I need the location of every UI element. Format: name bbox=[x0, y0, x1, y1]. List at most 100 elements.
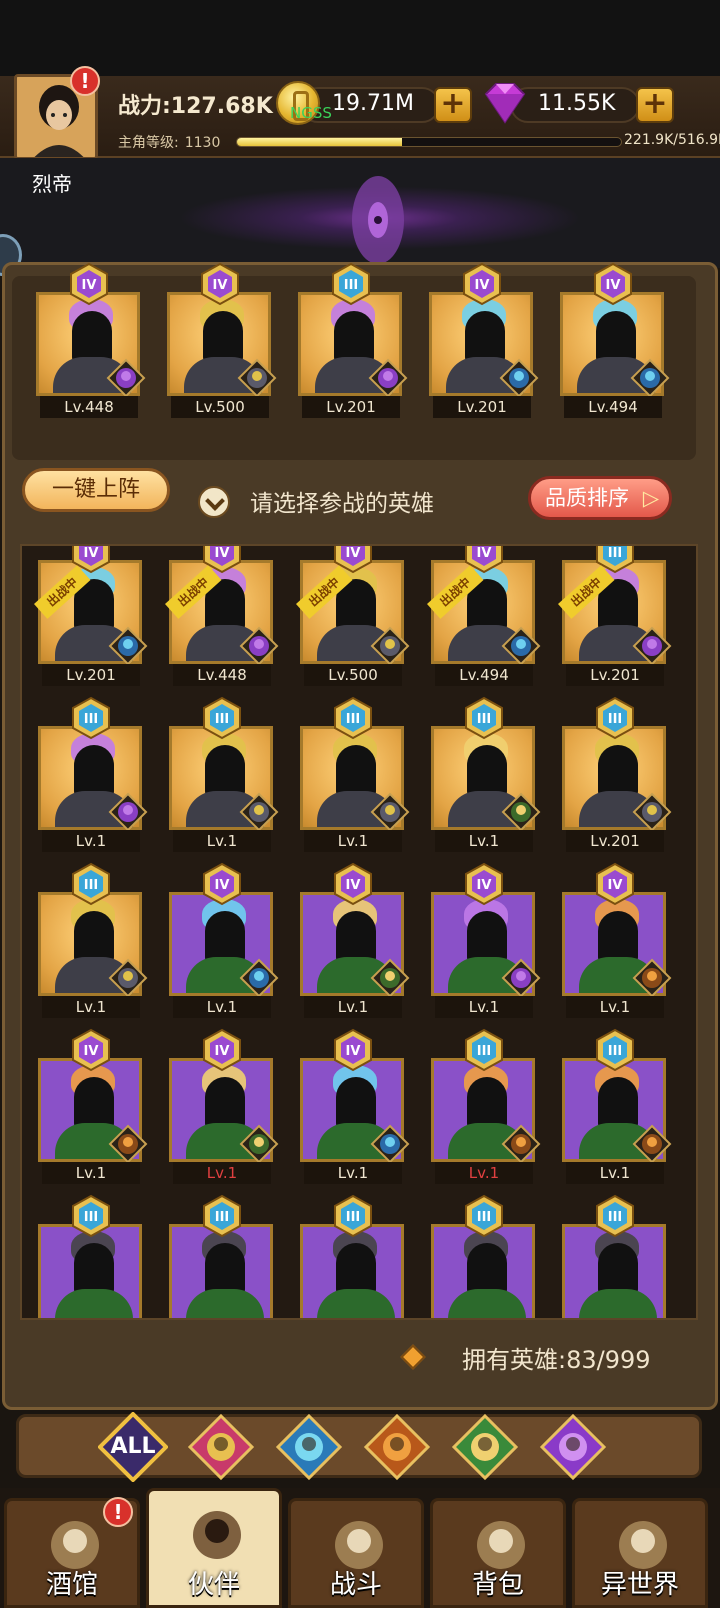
team-hero-card[interactable]: IV Lv.500 bbox=[167, 262, 277, 418]
svg-text:IV: IV bbox=[475, 278, 490, 293]
level-label: 主角等级: 1130 bbox=[118, 135, 221, 151]
list-hero-card[interactable]: III Lv.1 bbox=[431, 696, 541, 852]
nav-tab-tavern[interactable]: 酒馆! bbox=[4, 1497, 140, 1608]
svg-text:III: III bbox=[215, 1210, 230, 1225]
list-hero-card[interactable]: IV Lv.494 出战中 bbox=[427, 546, 541, 686]
filter-all[interactable]: ALL bbox=[97, 1411, 169, 1483]
hero-level: Lv.1 bbox=[42, 1162, 140, 1184]
svg-text:III: III bbox=[608, 546, 623, 561]
list-hero-card[interactable]: IV Lv.1 bbox=[300, 862, 410, 1018]
rank-badge-icon: IV bbox=[331, 862, 375, 906]
list-hero-card[interactable]: III bbox=[169, 1194, 275, 1318]
svg-text:III: III bbox=[608, 712, 623, 727]
list-hero-card[interactable]: IV Lv.1 bbox=[562, 862, 672, 1018]
svg-text:III: III bbox=[608, 1210, 623, 1225]
filter-demon[interactable] bbox=[538, 1412, 608, 1482]
list-hero-card[interactable]: III Lv.1 bbox=[38, 862, 148, 1018]
rank-badge-icon: III bbox=[593, 1194, 637, 1238]
team-hero-card[interactable]: III Lv.201 bbox=[298, 262, 408, 418]
hero-level: Lv.1 bbox=[566, 1162, 664, 1184]
list-hero-card[interactable]: IV Lv.1 bbox=[431, 862, 541, 1018]
svg-text:IV: IV bbox=[82, 278, 97, 293]
list-hero-card[interactable]: III Lv.201 出战中 bbox=[558, 546, 672, 686]
hero-level: Lv.1 bbox=[304, 830, 402, 852]
team-hero-card[interactable]: IV Lv.494 bbox=[560, 262, 670, 418]
list-hero-card[interactable]: III Lv.1 bbox=[562, 1028, 672, 1184]
filter-noble[interactable] bbox=[186, 1412, 256, 1482]
faction-noble-icon bbox=[632, 792, 672, 832]
hero-level: Lv.1 bbox=[435, 996, 533, 1018]
filter-beast[interactable] bbox=[362, 1412, 432, 1482]
faction-elf-icon bbox=[501, 792, 541, 832]
team-hero-card[interactable]: IV Lv.448 bbox=[36, 262, 146, 418]
list-hero-card[interactable]: III bbox=[300, 1194, 406, 1318]
rank-badge-icon: III bbox=[593, 1028, 637, 1072]
svg-text:IV: IV bbox=[84, 546, 99, 561]
rank-badge-icon: III bbox=[462, 696, 506, 740]
list-hero-card[interactable]: IV Lv.500 出战中 bbox=[296, 546, 410, 686]
list-hero-card[interactable]: IV Lv.1 bbox=[300, 1028, 410, 1184]
rank-badge-icon: III bbox=[331, 696, 375, 740]
svg-text:IV: IV bbox=[608, 878, 623, 893]
list-hero-card[interactable]: IV Lv.1 bbox=[169, 1028, 279, 1184]
arrow-down-icon bbox=[198, 486, 230, 518]
rank-badge-icon: III bbox=[69, 862, 113, 906]
filter-sea[interactable] bbox=[274, 1412, 344, 1482]
svg-text:III: III bbox=[477, 1210, 492, 1225]
list-hero-card[interactable]: III bbox=[562, 1194, 668, 1318]
rank-badge-icon: IV bbox=[200, 862, 244, 906]
list-hero-card[interactable]: IV Lv.448 出战中 bbox=[165, 546, 279, 686]
faction-sea-icon bbox=[370, 1124, 410, 1164]
svg-text:IV: IV bbox=[84, 1044, 99, 1059]
list-hero-card[interactable]: III Lv.1 bbox=[431, 1028, 541, 1184]
list-hero-card[interactable]: III bbox=[38, 1194, 144, 1318]
rank-badge-icon: IV bbox=[200, 1028, 244, 1072]
hero-level: Lv.201 bbox=[42, 664, 140, 686]
list-hero-card[interactable]: III Lv.201 bbox=[562, 696, 672, 852]
rank-badge-icon: IV bbox=[591, 262, 635, 306]
quality-sort-button[interactable]: 品质排序 bbox=[528, 476, 672, 520]
one-click-deploy-button[interactable]: 一键上阵 bbox=[22, 468, 170, 512]
svg-text:III: III bbox=[84, 878, 99, 893]
list-hero-card[interactable]: III Lv.1 bbox=[300, 696, 410, 852]
faction-sea-icon bbox=[239, 958, 279, 998]
faction-elf-icon bbox=[451, 1413, 519, 1481]
faction-noble-icon bbox=[370, 626, 410, 666]
rank-badge-icon: IV bbox=[67, 262, 111, 306]
nav-tab-partner[interactable]: 伙伴 bbox=[146, 1488, 282, 1608]
faction-demon-icon bbox=[632, 626, 672, 666]
rank-badge-icon: III bbox=[69, 696, 113, 740]
rank-badge-icon: IV bbox=[593, 862, 637, 906]
hero-level: Lv.201 bbox=[433, 396, 531, 418]
rank-badge-icon: III bbox=[462, 1194, 506, 1238]
hero-level: Lv.201 bbox=[302, 396, 400, 418]
filter-elf[interactable] bbox=[450, 1412, 520, 1482]
list-hero-card[interactable]: IV Lv.1 bbox=[38, 1028, 148, 1184]
scene-background bbox=[0, 158, 720, 268]
hero-level: Lv.1 bbox=[435, 1162, 533, 1184]
faction-demon-icon bbox=[501, 958, 541, 998]
list-hero-card[interactable]: III Lv.1 bbox=[169, 696, 279, 852]
faction-demon-icon bbox=[539, 1413, 607, 1481]
list-hero-card[interactable]: IV Lv.1 bbox=[169, 862, 279, 1018]
hero-portrait bbox=[169, 1224, 273, 1318]
add-gem-button[interactable]: + bbox=[636, 87, 674, 123]
faction-noble-icon bbox=[239, 792, 279, 832]
hero-level: Lv.1 bbox=[173, 830, 271, 852]
nav-tab-battle[interactable]: 战斗 bbox=[288, 1498, 424, 1608]
hero-list[interactable]: IV Lv.201 出战中 IV Lv.448 出战中 IV Lv.500 出战… bbox=[20, 544, 698, 1320]
nav-tab-portal[interactable]: 异世界 bbox=[572, 1498, 708, 1608]
list-hero-card[interactable]: IV Lv.201 出战中 bbox=[34, 546, 148, 686]
add-gold-button[interactable]: + bbox=[434, 87, 472, 123]
list-hero-card[interactable]: III bbox=[431, 1194, 537, 1318]
faction-demon-icon bbox=[368, 358, 408, 398]
list-hero-card[interactable]: III Lv.1 bbox=[38, 696, 148, 852]
gem-icon bbox=[484, 83, 526, 124]
nav-tab-backpack[interactable]: 背包 bbox=[430, 1498, 566, 1608]
hero-level: Lv.494 bbox=[564, 396, 662, 418]
hero-level: Lv.494 bbox=[435, 664, 533, 686]
filter-all-label: ALL bbox=[110, 1434, 156, 1459]
hero-level: Lv.1 bbox=[566, 996, 664, 1018]
player-name: 烈帝 bbox=[32, 172, 72, 196]
team-hero-card[interactable]: IV Lv.201 bbox=[429, 262, 539, 418]
